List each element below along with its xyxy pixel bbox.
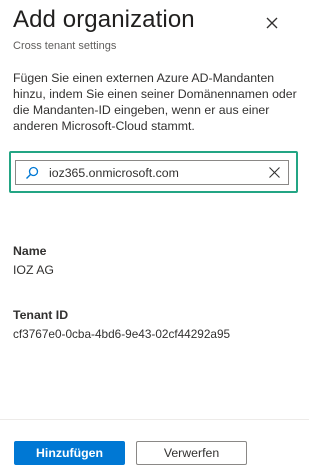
close-icon[interactable] bbox=[262, 13, 282, 33]
discard-button[interactable]: Verwerfen bbox=[136, 441, 247, 465]
description-text: Fügen Sie einen externen Azure AD-Mandan… bbox=[13, 71, 297, 133]
name-value: IOZ AG bbox=[13, 263, 54, 277]
panel-subtitle: Cross tenant settings bbox=[13, 40, 117, 52]
tenant-id-value: cf3767e0-0cba-4bd6-9e43-02cf44292a95 bbox=[13, 327, 231, 341]
add-button[interactable]: Hinzufügen bbox=[14, 441, 125, 465]
name-label: Name bbox=[13, 244, 47, 258]
search-input[interactable] bbox=[49, 162, 254, 183]
search-icon bbox=[25, 166, 39, 180]
panel-title: Add organization bbox=[13, 6, 195, 33]
search-box[interactable] bbox=[15, 160, 289, 185]
add-organization-panel: Add organization Cross tenant settings F… bbox=[0, 0, 309, 474]
footer-divider bbox=[0, 419, 309, 420]
clear-icon[interactable] bbox=[268, 166, 281, 179]
tenant-id-label: Tenant ID bbox=[13, 308, 69, 322]
